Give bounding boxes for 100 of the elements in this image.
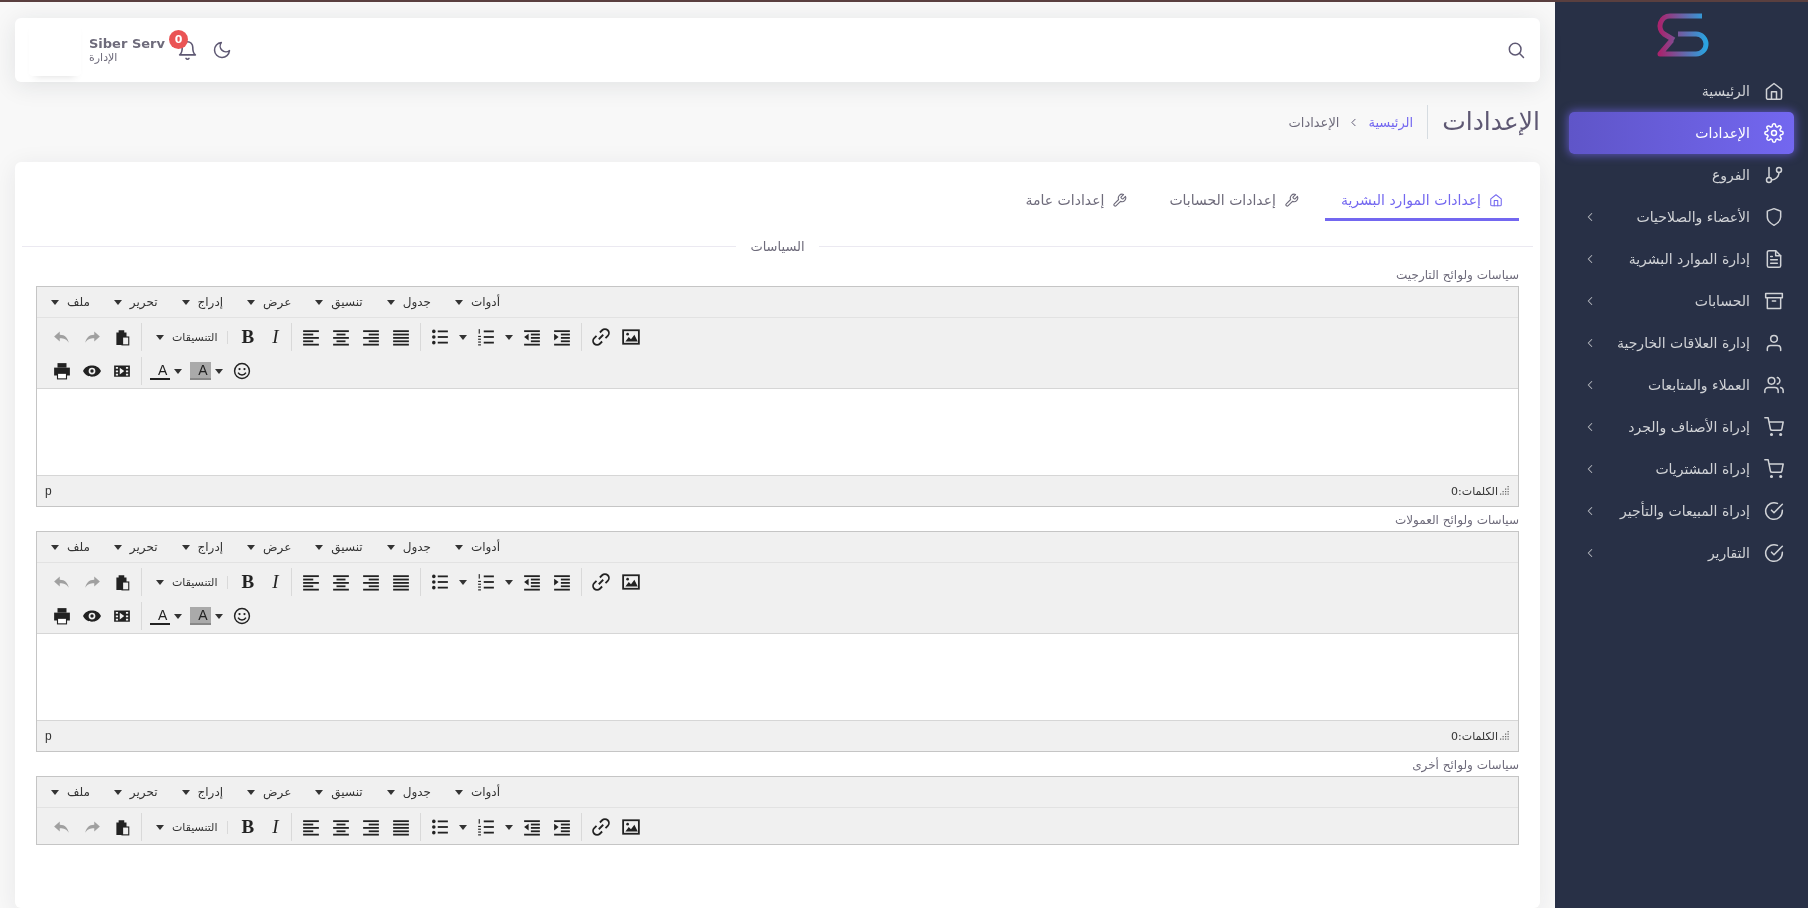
- menu-item[interactable]: تنسيق: [311, 295, 363, 309]
- highlight-color-button[interactable]: A: [190, 607, 211, 625]
- italic-button[interactable]: I: [263, 568, 288, 596]
- caret-icon[interactable]: [247, 789, 256, 795]
- caret-icon[interactable]: [454, 544, 463, 550]
- menu-item[interactable]: إدراج: [177, 295, 224, 309]
- caret-icon[interactable]: [156, 334, 164, 340]
- menu-item[interactable]: جدول: [382, 785, 431, 799]
- bold-button[interactable]: B: [232, 568, 264, 596]
- caret-icon[interactable]: [181, 789, 190, 795]
- caret-icon[interactable]: [113, 544, 122, 550]
- caret-icon[interactable]: [156, 824, 164, 830]
- editor-label: سياسات ولوائح التارجيت: [1395, 268, 1519, 282]
- caret-icon[interactable]: [247, 544, 256, 550]
- document-icon: [1764, 249, 1784, 269]
- notification-badge: 0: [168, 29, 188, 49]
- menu-item[interactable]: أدوات: [450, 295, 500, 309]
- menu-item[interactable]: ملف: [47, 785, 90, 799]
- formats-dropdown[interactable]: التنسيقات: [146, 820, 224, 834]
- caret-icon[interactable]: [505, 579, 514, 585]
- caret-icon[interactable]: [459, 824, 468, 830]
- caret-icon[interactable]: [174, 613, 183, 619]
- sidebar-item[interactable]: إدراة الأصناف والجرد: [1569, 406, 1794, 448]
- caret-icon[interactable]: [505, 334, 514, 340]
- tab[interactable]: إعدادات الموارد البشرية: [1324, 184, 1519, 221]
- sidebar-item[interactable]: إدراة المبيعات والتأجير: [1569, 490, 1794, 532]
- italic-button[interactable]: I: [263, 813, 288, 841]
- moon-icon[interactable]: [211, 40, 232, 60]
- sidebar-item[interactable]: الحسابات: [1569, 280, 1794, 322]
- sidebar-item[interactable]: العملاء والمتابعات: [1569, 364, 1794, 406]
- check-circle-icon: [1764, 501, 1784, 521]
- caret-icon[interactable]: [505, 824, 514, 830]
- sidebar-item[interactable]: الرئيسية: [1569, 70, 1794, 112]
- sidebar-item[interactable]: الفروع: [1569, 154, 1794, 196]
- caret-icon[interactable]: [459, 334, 468, 340]
- formats-dropdown[interactable]: التنسيقات: [146, 330, 224, 344]
- sidebar-item[interactable]: إدارة الموارد البشرية: [1569, 238, 1794, 280]
- tab[interactable]: إعدادات الحسابات: [1153, 184, 1315, 221]
- caret-icon[interactable]: [174, 368, 183, 374]
- sidebar-item[interactable]: إدراة المشتريات: [1569, 448, 1794, 490]
- caret-icon[interactable]: [247, 299, 256, 305]
- caret-icon[interactable]: [113, 789, 122, 795]
- italic-button[interactable]: I: [263, 323, 288, 351]
- breadcrumb-link[interactable]: الرئيسية: [1368, 114, 1414, 130]
- menu-item[interactable]: ملف: [47, 295, 90, 309]
- highlight-color-button[interactable]: A: [190, 362, 211, 380]
- caret-icon[interactable]: [51, 299, 59, 305]
- branch-icon: [1764, 165, 1784, 185]
- text-color-button[interactable]: A: [150, 362, 171, 380]
- tab[interactable]: إعدادات عامة: [1009, 184, 1144, 221]
- menu-item[interactable]: عرض: [243, 295, 292, 309]
- caret-icon[interactable]: [51, 789, 59, 795]
- formats-dropdown[interactable]: التنسيقات: [146, 575, 224, 589]
- bold-button[interactable]: B: [232, 323, 264, 351]
- editor-label: سياسات ولوائح أخرى: [1411, 758, 1519, 772]
- menu-item[interactable]: جدول: [382, 295, 431, 309]
- settings-icon: [1764, 123, 1784, 143]
- caret-icon[interactable]: [315, 299, 324, 305]
- menu-item[interactable]: أدوات: [450, 785, 500, 799]
- caret-icon[interactable]: [386, 544, 395, 550]
- menu-item[interactable]: تنسيق: [311, 540, 363, 554]
- text-color-button[interactable]: A: [150, 607, 171, 625]
- menu-item[interactable]: ملف: [47, 540, 90, 554]
- caret-icon[interactable]: [156, 579, 164, 585]
- caret-icon[interactable]: [113, 299, 122, 305]
- menu-item[interactable]: تحرير: [109, 785, 158, 799]
- bold-button[interactable]: B: [232, 813, 264, 841]
- wrench-icon: [1283, 192, 1299, 208]
- caret-icon[interactable]: [386, 299, 395, 305]
- caret-icon[interactable]: [454, 789, 463, 795]
- menu-item[interactable]: تنسيق: [311, 785, 363, 799]
- caret-icon[interactable]: [315, 544, 324, 550]
- caret-icon[interactable]: [181, 544, 190, 550]
- caret-icon[interactable]: [214, 368, 223, 374]
- menu-item[interactable]: عرض: [243, 540, 292, 554]
- caret-icon[interactable]: [459, 579, 468, 585]
- caret-icon[interactable]: [315, 789, 324, 795]
- menu-item[interactable]: جدول: [382, 540, 431, 554]
- resize-handle-icon[interactable]: [1500, 486, 1510, 496]
- caret-icon[interactable]: [181, 299, 190, 305]
- menu-item[interactable]: إدراج: [177, 540, 224, 554]
- menu-item[interactable]: أدوات: [450, 540, 500, 554]
- menu-item[interactable]: عرض: [243, 785, 292, 799]
- home-icon: [1764, 81, 1784, 101]
- caret-icon[interactable]: [454, 299, 463, 305]
- user-icon: [1764, 333, 1784, 353]
- menu-item[interactable]: إدراج: [177, 785, 224, 799]
- search-icon[interactable]: [1506, 40, 1526, 60]
- sidebar-item[interactable]: التقارير: [1569, 532, 1794, 574]
- sidebar-item[interactable]: الإعدادات: [1569, 112, 1794, 154]
- caret-icon[interactable]: [51, 544, 59, 550]
- caret-icon[interactable]: [386, 789, 395, 795]
- wrench-icon: [1112, 192, 1128, 208]
- menu-item[interactable]: تحرير: [109, 295, 158, 309]
- resize-handle-icon[interactable]: [1500, 731, 1510, 741]
- sidebar-item[interactable]: إدارة العلاقات الخارجية: [1569, 322, 1794, 364]
- menu-item[interactable]: تحرير: [109, 540, 158, 554]
- breadcrumb-current: الإعدادات: [1288, 114, 1340, 130]
- caret-icon[interactable]: [214, 613, 223, 619]
- sidebar-item[interactable]: الأعضاء والصلاحيات: [1569, 196, 1794, 238]
